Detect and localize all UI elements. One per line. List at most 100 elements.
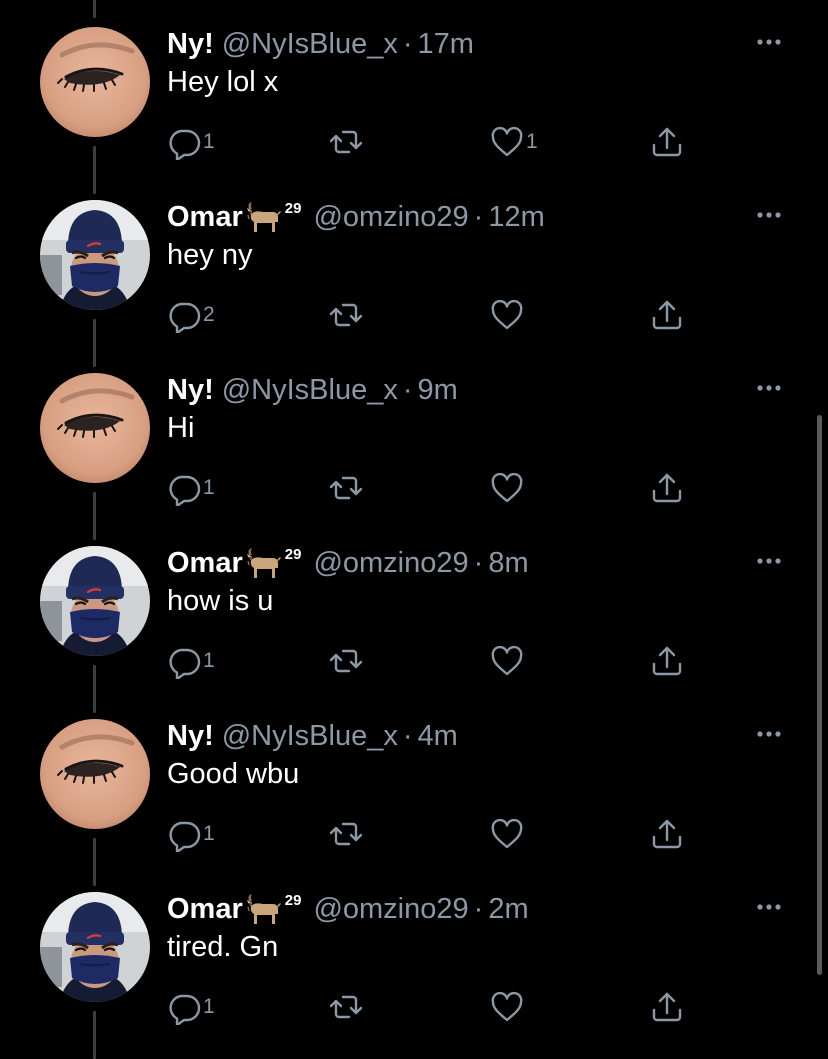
reply-count: 1	[203, 476, 215, 499]
heart-icon	[489, 297, 525, 333]
separator-dot: ·	[402, 719, 413, 752]
timestamp[interactable]: 8m	[488, 547, 528, 580]
display-name[interactable]: Ny!	[167, 374, 214, 407]
more-options-icon[interactable]	[752, 549, 786, 573]
separator-dot: ·	[402, 373, 413, 406]
display-name[interactable]: Omar	[167, 201, 243, 234]
tweet-header: Ny! @NyIsBlue_x · 9m	[167, 370, 458, 410]
reply-button[interactable]: 2	[166, 295, 215, 335]
user-handle[interactable]: @omzino29	[313, 547, 468, 580]
thread-connector	[93, 690, 96, 712]
reply-icon	[166, 124, 202, 160]
reply-button[interactable]: 1	[166, 122, 215, 162]
display-name[interactable]: Ny!	[167, 720, 214, 753]
thread-connector	[93, 517, 96, 539]
reply-count: 1	[203, 822, 215, 845]
separator-dot: ·	[473, 546, 484, 579]
share-button[interactable]	[649, 122, 685, 162]
tweet-ny[interactable]: Ny! @NyIsBlue_x · 4m Good wbu 1	[0, 690, 828, 886]
tweet-text: Good wbu	[167, 758, 300, 790]
display-name[interactable]: Omar	[167, 893, 243, 926]
reply-button[interactable]: 1	[166, 468, 215, 508]
tweet-omar[interactable]: Omar 29 @omzino29 · 8m how is u 1	[0, 517, 828, 713]
like-button[interactable]	[489, 295, 526, 335]
retweet-button[interactable]	[327, 987, 366, 1027]
user-handle[interactable]: @omzino29	[313, 893, 468, 926]
like-button[interactable]	[489, 987, 526, 1027]
tweet-text: Hey lol x	[167, 66, 279, 98]
reply-button[interactable]: 1	[166, 987, 215, 1027]
more-options-icon[interactable]	[752, 722, 786, 746]
like-button[interactable]: 1	[489, 122, 538, 162]
separator-dot: ·	[473, 892, 484, 925]
display-name[interactable]: Omar	[167, 547, 243, 580]
heart-icon	[489, 470, 525, 506]
tweet-omar[interactable]: Omar 29 @omzino29 · 12m hey ny 2	[0, 171, 828, 367]
ny-avatar[interactable]	[40, 719, 150, 829]
user-handle[interactable]: @NyIsBlue_x	[222, 28, 398, 61]
user-handle[interactable]: @omzino29	[313, 201, 468, 234]
share-icon	[649, 124, 685, 160]
share-icon	[649, 297, 685, 333]
retweet-button[interactable]	[327, 468, 366, 508]
tweet-omar[interactable]: Omar 29 @omzino29 · 2m tired. Gn 1	[0, 863, 828, 1059]
name-badge-number: 29	[284, 545, 302, 563]
reply-button[interactable]: 1	[166, 641, 215, 681]
more-options-icon[interactable]	[752, 895, 786, 919]
reply-count: 1	[203, 649, 215, 672]
ny-avatar[interactable]	[40, 27, 150, 137]
more-options-icon[interactable]	[752, 376, 786, 400]
share-button[interactable]	[649, 987, 685, 1027]
tweet-ny[interactable]: Ny! @NyIsBlue_x · 9m Hi 1	[0, 344, 828, 540]
reply-icon	[166, 816, 202, 852]
share-icon	[649, 470, 685, 506]
retweet-button[interactable]	[327, 122, 366, 162]
tweet-header: Ny! @NyIsBlue_x · 17m	[167, 24, 474, 64]
display-name[interactable]: Ny!	[167, 28, 214, 61]
share-button[interactable]	[649, 814, 685, 854]
tweet-actions: 1	[0, 814, 828, 854]
timestamp[interactable]: 4m	[418, 720, 458, 753]
goat-emoji-icon	[245, 200, 281, 234]
share-icon	[649, 643, 685, 679]
tweet-actions: 2	[0, 295, 828, 335]
ny-avatar[interactable]	[40, 373, 150, 483]
omar-avatar[interactable]	[40, 892, 150, 1002]
tweet-actions: 1	[0, 641, 828, 681]
omar-avatar[interactable]	[40, 546, 150, 656]
tweet-ny[interactable]: Ny! @NyIsBlue_x · 17m Hey lol x 1 1	[0, 0, 828, 194]
user-handle[interactable]: @NyIsBlue_x	[222, 374, 398, 407]
heart-icon	[489, 816, 525, 852]
share-button[interactable]	[649, 468, 685, 508]
more-options-icon[interactable]	[752, 203, 786, 227]
retweet-button[interactable]	[327, 641, 366, 681]
omar-avatar[interactable]	[40, 200, 150, 310]
goat-emoji-icon	[245, 892, 281, 926]
scrollbar[interactable]	[817, 415, 822, 975]
tweet-text: tired. Gn	[167, 931, 279, 963]
like-count: 1	[526, 130, 538, 153]
share-button[interactable]	[649, 641, 685, 681]
tweet-text: Hi	[167, 412, 195, 444]
conversation-thread: Ny! @NyIsBlue_x · 17m Hey lol x 1 1 Omar…	[0, 0, 828, 1059]
retweet-icon	[327, 989, 365, 1025]
like-button[interactable]	[489, 814, 526, 854]
reply-button[interactable]: 1	[166, 814, 215, 854]
timestamp[interactable]: 2m	[488, 893, 528, 926]
tweet-header: Omar 29 @omzino29 · 2m	[167, 889, 529, 929]
heart-icon	[489, 124, 525, 160]
reply-icon	[166, 470, 202, 506]
user-handle[interactable]: @NyIsBlue_x	[222, 720, 398, 753]
share-button[interactable]	[649, 295, 685, 335]
timestamp[interactable]: 17m	[418, 28, 474, 61]
timestamp[interactable]: 9m	[418, 374, 458, 407]
more-options-icon[interactable]	[752, 30, 786, 54]
retweet-button[interactable]	[327, 814, 366, 854]
retweet-button[interactable]	[327, 295, 366, 335]
share-icon	[649, 989, 685, 1025]
heart-icon	[489, 989, 525, 1025]
like-button[interactable]	[489, 641, 526, 681]
timestamp[interactable]: 12m	[488, 201, 544, 234]
like-button[interactable]	[489, 468, 526, 508]
reply-icon	[166, 297, 202, 333]
